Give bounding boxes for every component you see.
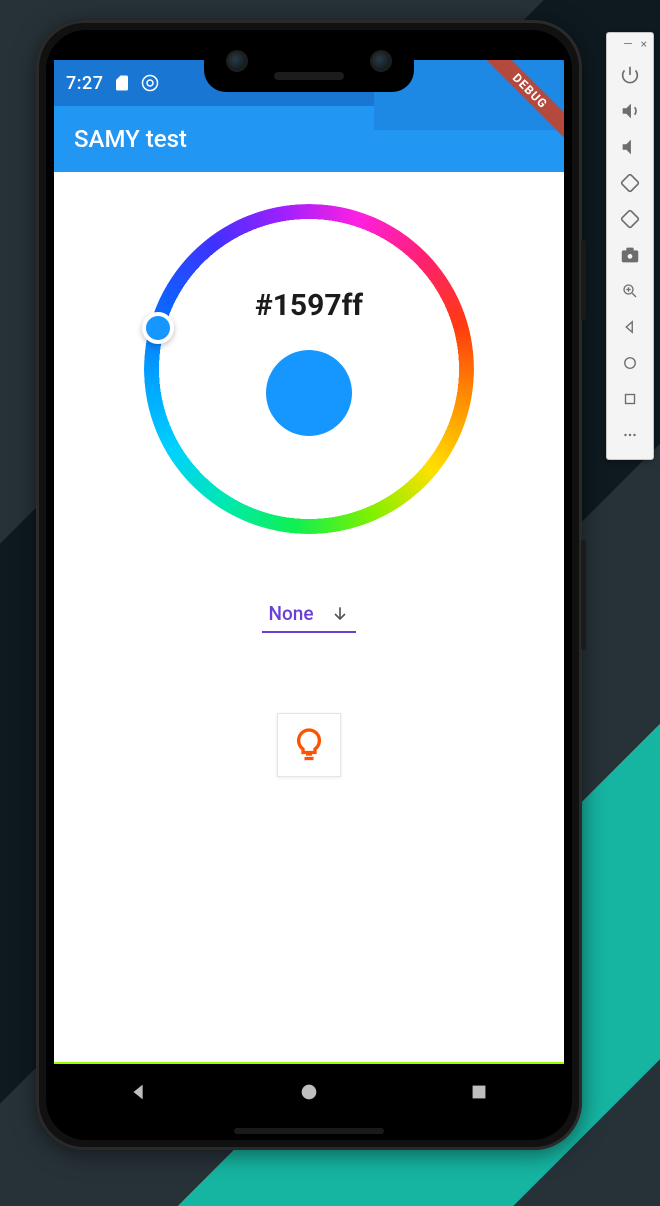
selected-hex-label: #1597ff — [144, 288, 474, 323]
dropdown-selected-label: None — [268, 602, 313, 625]
phone-side-button — [581, 240, 586, 320]
mode-dropdown[interactable]: None — [262, 598, 355, 633]
sd-card-icon — [113, 74, 131, 92]
front-camera-icon — [226, 50, 248, 72]
screenshot-button[interactable] — [610, 237, 650, 273]
nav-home-button[interactable] — [269, 1072, 349, 1112]
more-button[interactable] — [610, 417, 650, 453]
app-title: SAMY test — [74, 125, 187, 153]
rotate-left-button[interactable] — [610, 165, 650, 201]
phone-side-button — [581, 540, 586, 650]
status-time: 7:27 — [66, 73, 103, 94]
selected-color-swatch — [266, 350, 352, 436]
zoom-button[interactable] — [610, 273, 650, 309]
arrow-down-icon — [330, 604, 350, 624]
nav-overview-button[interactable] — [439, 1072, 519, 1112]
color-hue-wheel[interactable]: #1597ff — [144, 204, 474, 534]
light-bulb-icon — [291, 727, 327, 763]
phone-bottom-speaker — [234, 1128, 384, 1134]
earpiece-speaker — [274, 72, 344, 80]
nav-back-button[interactable] — [99, 1072, 179, 1112]
downloads-icon — [141, 74, 159, 92]
power-button[interactable] — [610, 57, 650, 93]
back-button[interactable] — [610, 309, 650, 345]
phone-notch — [204, 30, 414, 92]
volume-down-button[interactable] — [610, 129, 650, 165]
light-bulb-button[interactable] — [277, 713, 341, 777]
close-icon[interactable]: × — [641, 37, 647, 51]
emulator-toolbar: — × — [606, 32, 654, 460]
emulator-window-controls: — × — [607, 37, 653, 57]
home-button[interactable] — [610, 345, 650, 381]
rotate-right-button[interactable] — [610, 201, 650, 237]
phone-frame: DEBUG 7:27 SAMY test — [36, 20, 582, 1150]
volume-up-button[interactable] — [610, 93, 650, 129]
app-content: #1597ff None — [54, 172, 564, 1064]
phone-screen: DEBUG 7:27 SAMY test — [54, 60, 564, 1064]
overview-button[interactable] — [610, 381, 650, 417]
android-navigation-bar — [54, 1064, 564, 1120]
minimize-icon[interactable]: — — [623, 37, 632, 51]
front-camera-icon — [370, 50, 392, 72]
